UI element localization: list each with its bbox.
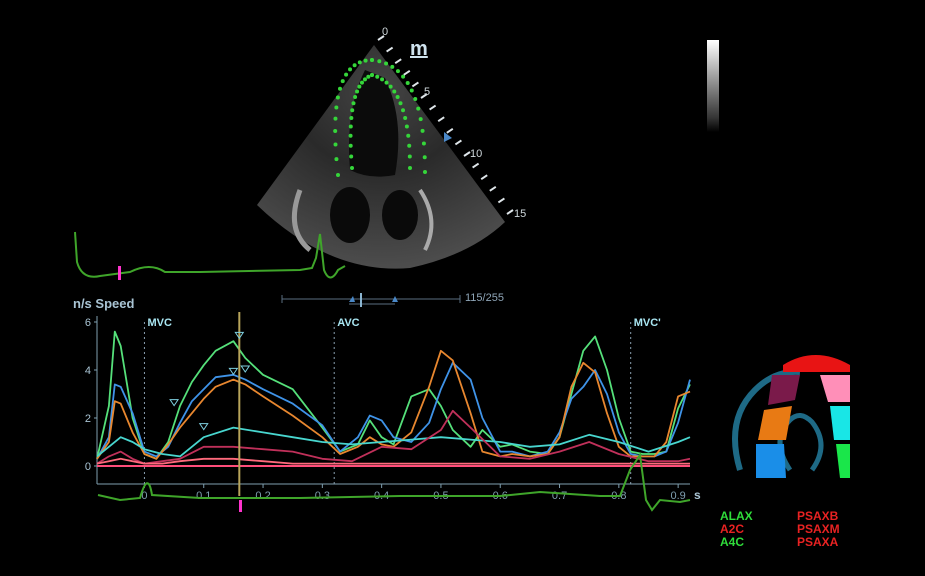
view-label-a4c: A4C — [720, 535, 745, 549]
view-legend-left: ALAX A2C A4C — [720, 510, 753, 549]
segment-diagram — [732, 355, 850, 478]
view-legend-right: PSAXB PSAXM PSAXA — [797, 510, 850, 549]
segment-purple — [768, 375, 800, 405]
segment-pink — [820, 375, 850, 402]
segment-cyan — [830, 406, 850, 440]
segment-green — [836, 444, 850, 478]
segment-orange — [758, 406, 792, 440]
segment-blue — [756, 444, 786, 478]
view-label-psaxa: PSAXA — [797, 535, 839, 549]
segment-apical-cap — [783, 355, 850, 372]
